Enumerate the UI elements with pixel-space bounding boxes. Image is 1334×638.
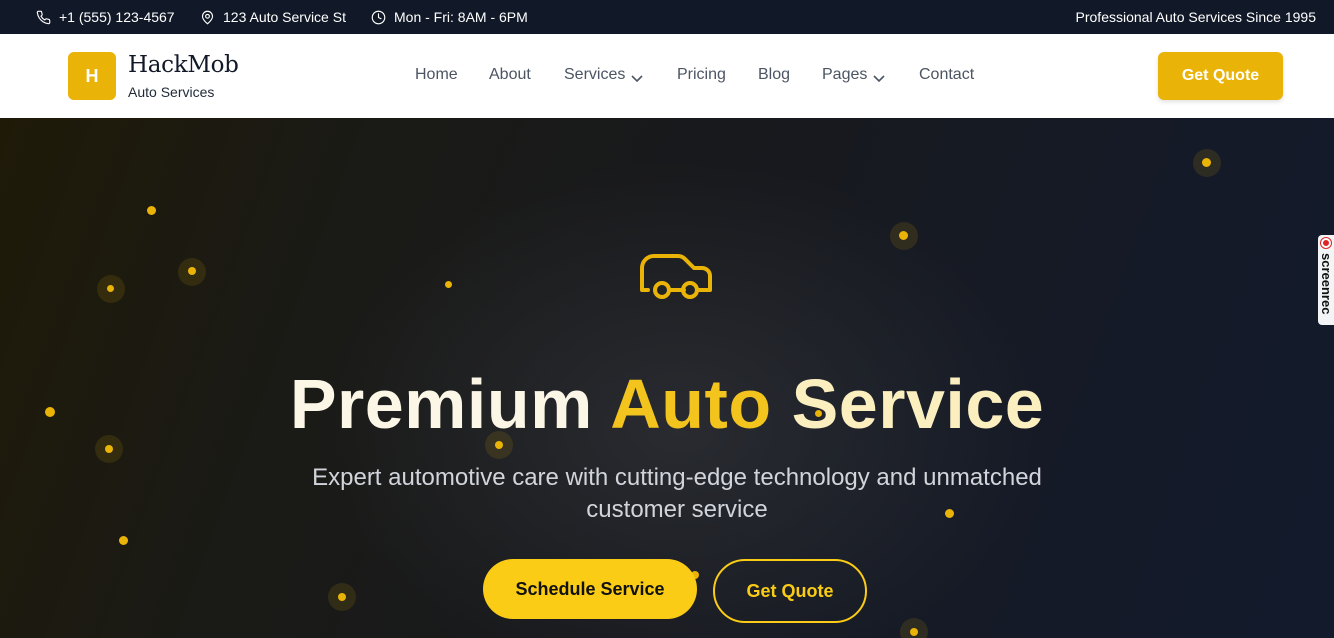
particle <box>107 285 114 292</box>
main-nav: Home About Services Pricing Blog Pages C… <box>0 34 1334 118</box>
hero-title-highlight: Auto <box>610 365 772 443</box>
particle <box>445 281 452 288</box>
hours-text: Mon - Fri: 8AM - 6PM <box>394 9 528 25</box>
hero-get-quote-button[interactable]: Get Quote <box>713 559 867 623</box>
topbar-hours: Mon - Fri: 8AM - 6PM <box>371 0 528 34</box>
hero-title-word: Premium <box>289 365 593 443</box>
clock-icon <box>371 10 386 24</box>
phone-icon <box>36 10 51 24</box>
address-text: 123 Auto Service St <box>223 9 346 25</box>
nav-label: Contact <box>919 66 975 83</box>
schedule-service-button[interactable]: Schedule Service <box>483 559 697 619</box>
nav-label: Home <box>415 66 458 83</box>
nav-blog[interactable]: Blog <box>758 66 790 84</box>
screenrec-label: screenrec <box>1319 253 1334 315</box>
chevron-down-icon <box>873 75 885 83</box>
car-icon <box>638 252 714 304</box>
nav-pages[interactable]: Pages <box>822 66 885 84</box>
nav-contact[interactable]: Contact <box>919 66 974 84</box>
topbar-phone[interactable]: +1 (555) 123-4567 <box>36 0 175 34</box>
map-pin-icon <box>201 10 214 24</box>
particle <box>105 445 113 453</box>
particle <box>899 231 908 240</box>
nav-pricing[interactable]: Pricing <box>677 66 726 84</box>
particle <box>188 267 196 275</box>
particle <box>1202 158 1211 167</box>
particle <box>147 206 156 215</box>
topbar-tagline: Professional Auto Services Since 1995 <box>1075 9 1316 25</box>
particle <box>910 628 918 636</box>
hero-subtitle: Expert automotive care with cutting-edge… <box>312 464 1042 523</box>
hero-title-word: Service <box>791 365 1045 443</box>
hero-title: Premium Auto Service <box>0 364 1334 444</box>
phone-text: +1 (555) 123-4567 <box>59 9 175 25</box>
topbar-address: 123 Auto Service St <box>200 0 346 34</box>
hero-section: Premium Auto Service Expert automotive c… <box>0 118 1334 638</box>
site-header: H HackMob Auto Services Home About Servi… <box>0 34 1334 118</box>
chevron-down-icon <box>631 75 643 83</box>
screenrec-widget[interactable]: screenrec <box>1318 235 1334 325</box>
record-icon <box>1321 238 1331 248</box>
header-get-quote-button[interactable]: Get Quote <box>1158 52 1283 100</box>
nav-label: Pricing <box>677 66 726 83</box>
nav-label: About <box>489 66 531 83</box>
nav-home[interactable]: Home <box>415 66 458 84</box>
particle <box>338 593 346 601</box>
top-bar: +1 (555) 123-4567 123 Auto Service St Mo… <box>0 0 1334 34</box>
particle <box>119 536 128 545</box>
nav-about[interactable]: About <box>489 66 531 84</box>
nav-services[interactable]: Services <box>564 66 643 84</box>
nav-label: Services <box>564 66 626 83</box>
nav-label: Pages <box>822 66 868 83</box>
nav-label: Blog <box>758 66 791 83</box>
